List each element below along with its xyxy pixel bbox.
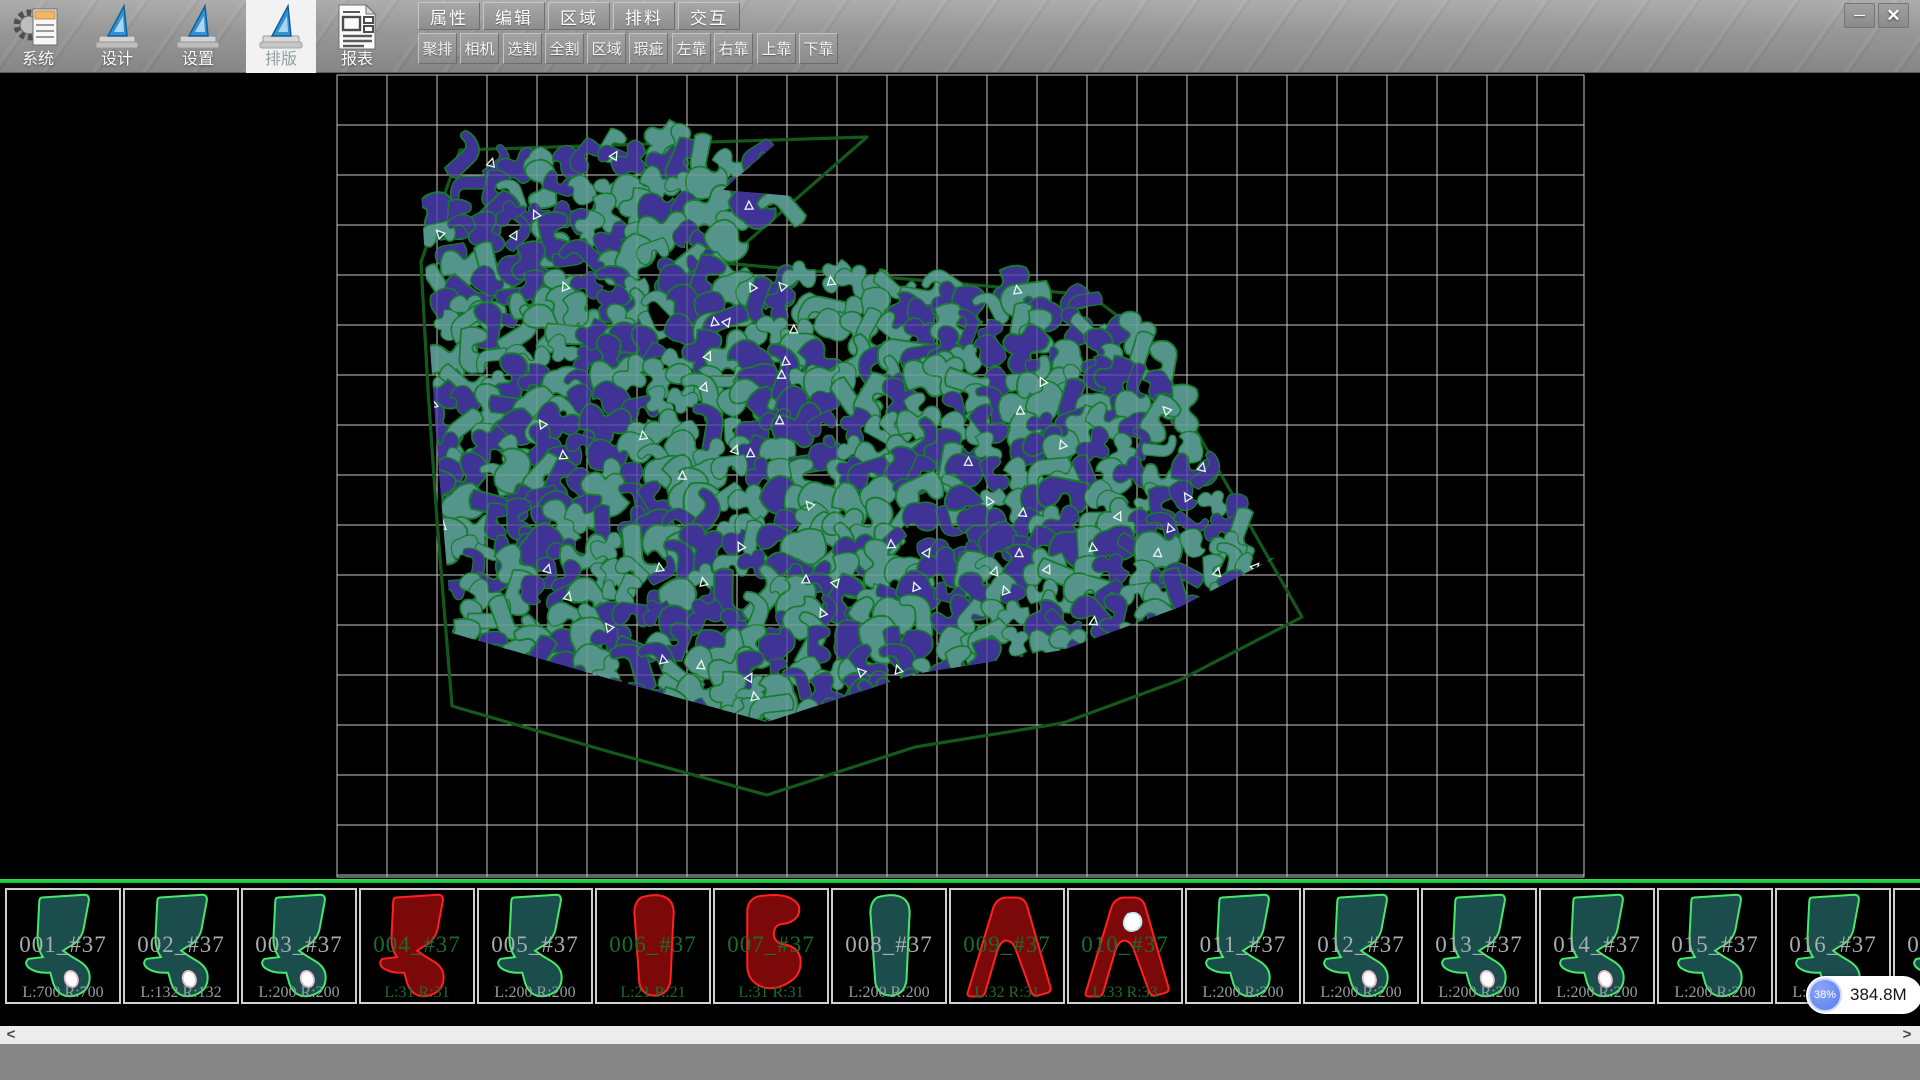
thumbnail-cell-010_#37[interactable]: 010_#37L:33 R:33 [1067,888,1183,1004]
resource-badge[interactable]: 38% 384.8M [1806,976,1920,1014]
piece-thumbnail [367,892,469,1002]
piece-thumbnail-strip: 001_#37L:700 R:700002_#37L:132 R:132003_… [0,883,1920,1026]
main-button-settings[interactable]: 设置 [164,0,232,73]
tool-button-align-bottom[interactable]: 下靠 [799,33,838,64]
thumbnail-cell-001_#37[interactable]: 001_#37L:700 R:700 [5,888,121,1004]
tool-button-camera[interactable]: 相机 [460,33,499,64]
nesting-ruler-icon [257,3,305,51]
piece-thumbnail [131,892,233,1002]
thumbnail-cell-007_#37[interactable]: 007_#37L:31 R:31 [713,888,829,1004]
piece-thumbnail [1193,892,1295,1002]
design-ruler-icon [93,3,141,51]
nested-pieces [337,75,1584,877]
piece-thumbnail [1665,892,1767,1002]
thumbnail-cell-003_#37[interactable]: 003_#37L:200 R:200 [241,888,357,1004]
tool-button-cluster-nest[interactable]: 聚排 [418,33,457,64]
tool-button-align-left[interactable]: 左靠 [672,33,711,64]
report-doc-icon [334,3,380,51]
application-window: 系统 设计 设置 [0,0,1920,1080]
menu-button-region[interactable]: 区域 [548,2,610,30]
main-button-nesting[interactable]: 排版 [246,0,316,73]
settings-ruler-icon [174,3,222,51]
scroll-right-arrow-icon[interactable]: > [1898,1026,1916,1044]
cpu-percent-indicator: 38% [1808,978,1842,1012]
memory-usage-label: 384.8M [1850,985,1907,1005]
main-button-label: 报表 [341,51,373,69]
piece-thumbnail [1429,892,1531,1002]
main-button-report[interactable]: 报表 [323,0,391,73]
system-gear-doc-icon [12,3,64,51]
piece-thumbnail [721,892,823,1002]
main-button-label: 排版 [265,51,297,69]
thumbnail-cell-012_#37[interactable]: 012_#37L:200 R:200 [1303,888,1419,1004]
main-button-label: 设置 [182,51,214,69]
window-bottom-edge [0,1044,1920,1080]
piece-thumbnail [1075,892,1177,1002]
scroll-left-arrow-icon[interactable]: < [2,1026,20,1044]
thumbnail-cell-009_#37[interactable]: 009_#37L:32 R:31 [949,888,1065,1004]
piece-thumbnail [839,892,941,1002]
thumbnail-cell-004_#37[interactable]: 004_#37L:31 R:31 [359,888,475,1004]
horizontal-scrollbar[interactable]: < > [0,1026,1920,1044]
menu-button-edit[interactable]: 编辑 [483,2,545,30]
thumbnail-cell-015_#37[interactable]: 015_#37L:200 R:200 [1657,888,1773,1004]
menu-button-interaction[interactable]: 交互 [678,2,740,30]
main-button-label: 系统 [22,51,54,69]
thumbnail-cell-011_#37[interactable]: 011_#37L:200 R:200 [1185,888,1301,1004]
menu-button-nesting[interactable]: 排料 [613,2,675,30]
nesting-canvas[interactable] [0,73,1920,879]
piece-thumbnail [957,892,1059,1002]
tool-button-select-cut[interactable]: 选割 [503,33,542,64]
piece-thumbnail [1547,892,1649,1002]
toolbar: 系统 设计 设置 [0,0,1920,73]
tool-button-align-top[interactable]: 上靠 [757,33,796,64]
tool-button-defect[interactable]: 瑕疵 [629,33,668,64]
thumbnail-cell-005_#37[interactable]: 005_#37L:200 R:200 [477,888,593,1004]
thumbnail-cell-014_#37[interactable]: 014_#37L:200 R:200 [1539,888,1655,1004]
main-button-design[interactable]: 设计 [83,0,151,73]
piece-thumbnail [249,892,351,1002]
piece-thumbnail [13,892,115,1002]
main-button-system[interactable]: 系统 [4,0,72,73]
thumbnail-cell-013_#37[interactable]: 013_#37L:200 R:200 [1421,888,1537,1004]
piece-thumbnail [603,892,705,1002]
thumbnail-cell-002_#37[interactable]: 002_#37L:132 R:132 [123,888,239,1004]
tool-button-region[interactable]: 区域 [587,33,626,64]
piece-thumbnail [485,892,587,1002]
tool-button-cut-all[interactable]: 全割 [545,33,584,64]
minimize-button[interactable]: ─ [1844,3,1875,28]
piece-thumbnail [1311,892,1413,1002]
menu-button-properties[interactable]: 属性 [418,2,480,30]
thumbnail-cell-008_#37[interactable]: 008_#37L:200 R:200 [831,888,947,1004]
tool-button-align-right[interactable]: 右靠 [714,33,753,64]
close-button[interactable]: ✕ [1878,3,1909,28]
main-button-label: 设计 [101,51,133,69]
thumbnail-cell-006_#37[interactable]: 006_#37L:21 R:21 [595,888,711,1004]
